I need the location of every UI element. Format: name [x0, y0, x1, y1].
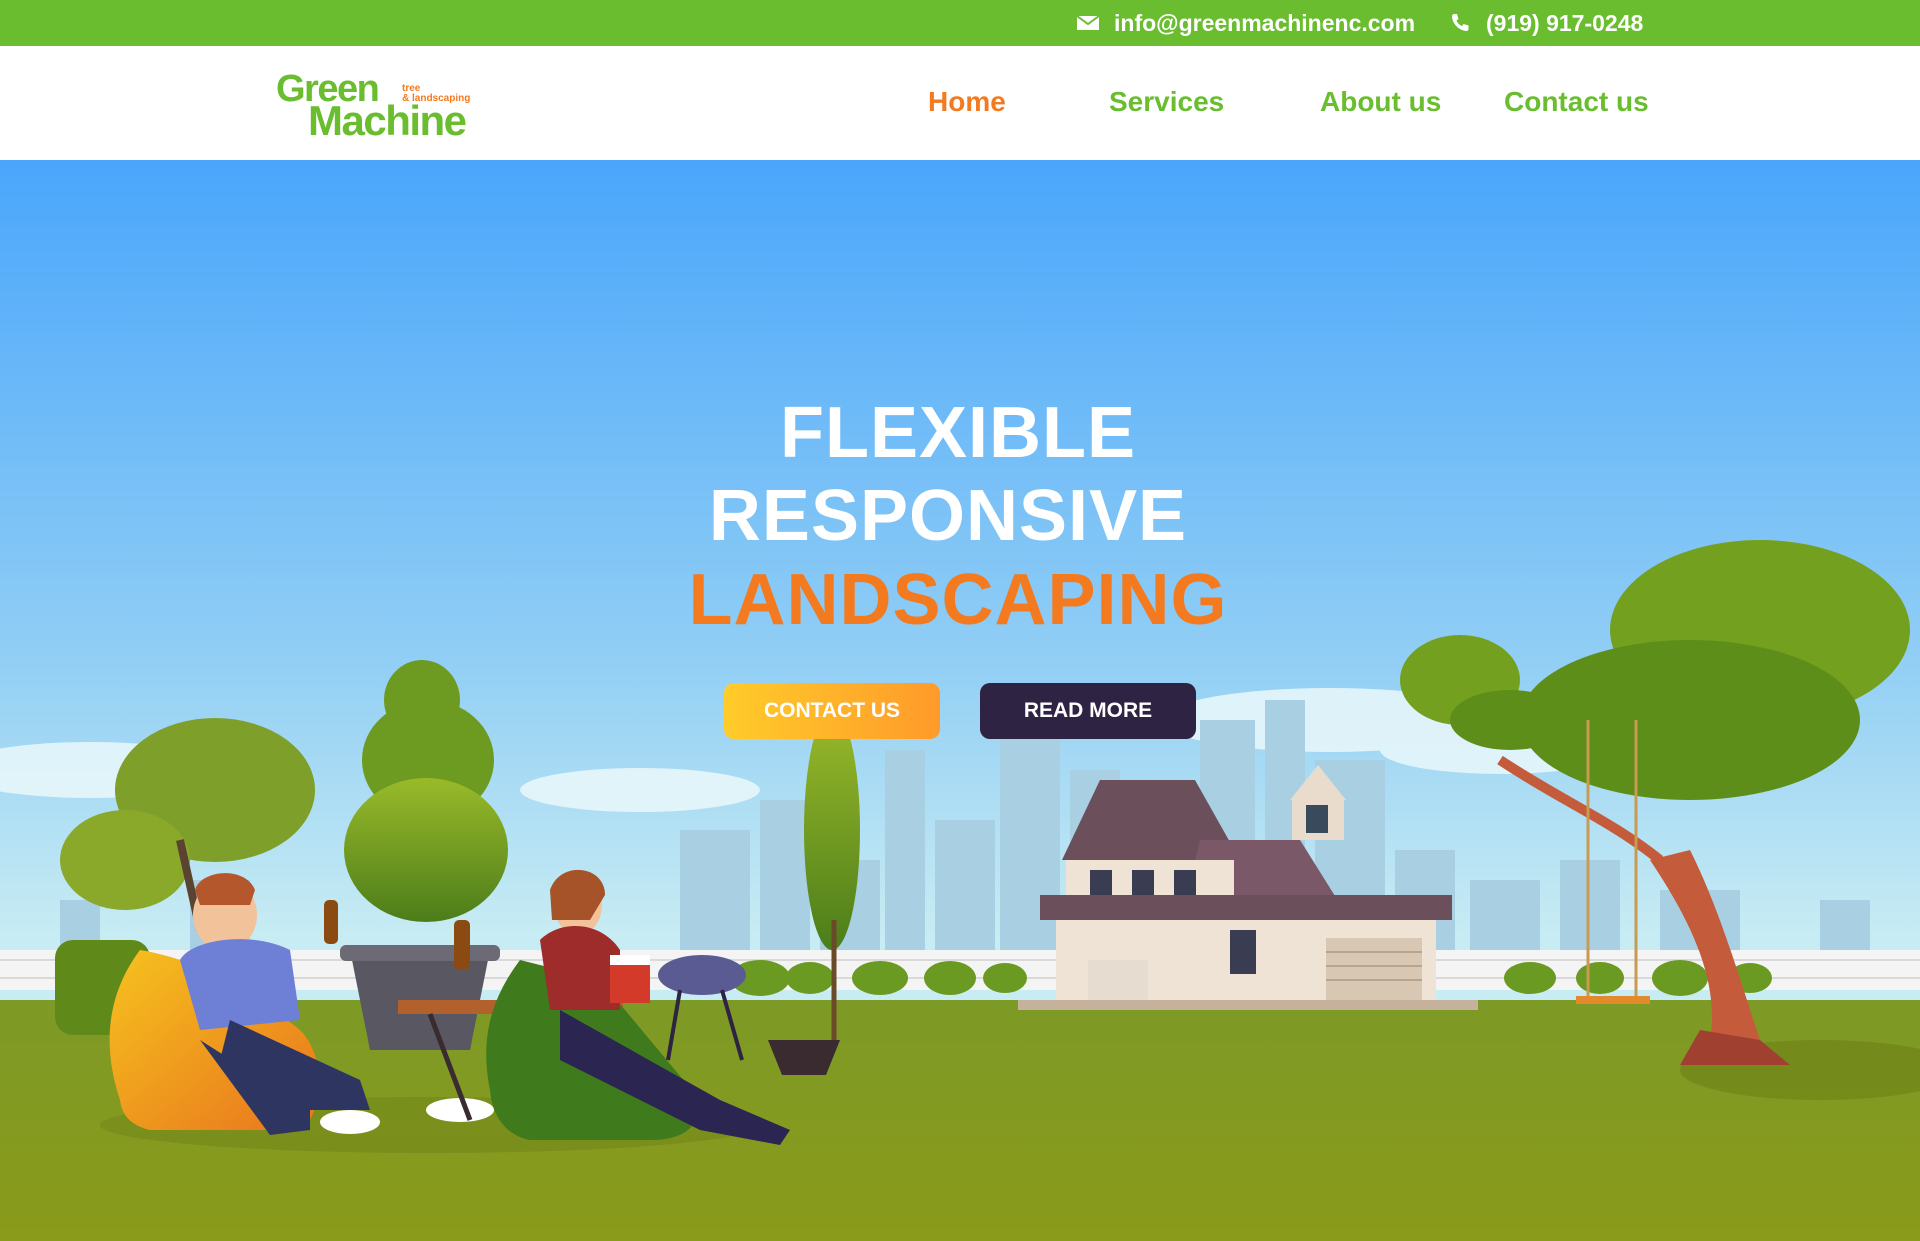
nav-about-us[interactable]: About us [1320, 86, 1441, 118]
hero-section: FLEXIBLE RESPONSIVE LANDSCAPING CONTACT … [0, 160, 1920, 1241]
phone-icon [1448, 11, 1472, 35]
site-header: Green tree & landscaping Machine Home Se… [0, 46, 1920, 160]
nav-contact-us[interactable]: Contact us [1504, 86, 1649, 118]
envelope-icon [1076, 11, 1100, 35]
email-link[interactable]: info@greenmachinenc.com [1076, 0, 1415, 46]
nav-services[interactable]: Services [1109, 86, 1224, 118]
nav-home[interactable]: Home [928, 86, 1006, 118]
logo-line2: Machine [308, 97, 467, 144]
read-more-button[interactable]: READ MORE [980, 683, 1196, 739]
phone-text: (919) 917-0248 [1486, 9, 1644, 36]
hero-headline-line3: LANDSCAPING [688, 560, 1228, 640]
phone-link[interactable]: (919) 917-0248 [1448, 0, 1643, 46]
contact-us-button[interactable]: CONTACT US [724, 683, 940, 739]
logo[interactable]: Green tree & landscaping Machine [276, 70, 486, 144]
email-text: info@greenmachinenc.com [1114, 9, 1416, 36]
hero-headline-line2: RESPONSIVE [708, 476, 1188, 556]
hero-headline-line1: FLEXIBLE [779, 393, 1136, 473]
top-contact-bar: info@greenmachinenc.com (919) 917-0248 [0, 0, 1920, 46]
hero-illustration [0, 160, 1920, 1241]
